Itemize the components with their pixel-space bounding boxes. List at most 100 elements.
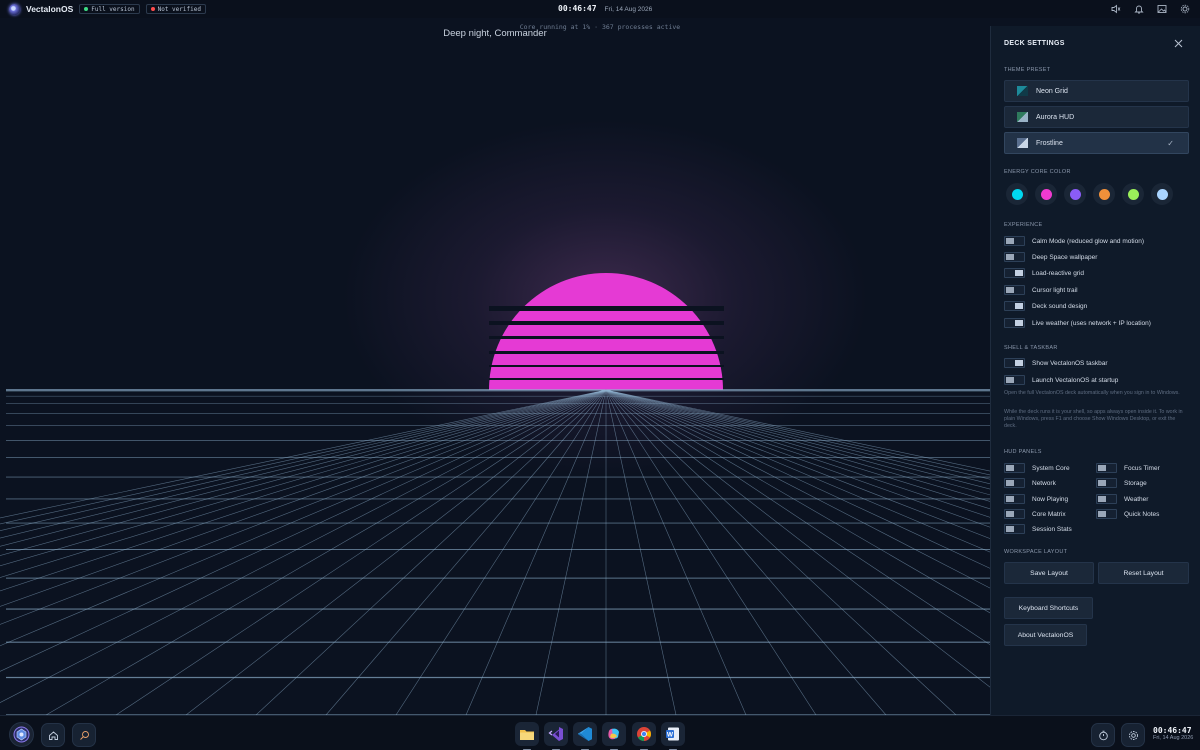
app-title: VectalonOS [26, 4, 74, 14]
grid-line-vertical [0, 389, 607, 578]
vscode-icon[interactable] [573, 722, 597, 750]
grid-line-vertical [465, 389, 607, 715]
image-icon[interactable] [1156, 3, 1167, 14]
toggle-switch[interactable] [1004, 358, 1025, 368]
keyboard-shortcuts-button[interactable]: Keyboard Shortcuts [1004, 597, 1093, 619]
toggle-row-now-playing[interactable]: Now Playing [1004, 494, 1068, 504]
close-icon[interactable] [1174, 39, 1183, 51]
theme-aurora-hud[interactable]: Aurora HUD [1004, 106, 1189, 128]
toggle-row-calm-mode[interactable]: Calm Mode (reduced glow and motion) [1004, 236, 1144, 246]
timer-icon[interactable] [1091, 723, 1115, 747]
toggle-switch[interactable] [1004, 524, 1025, 534]
toggle-row-taskbar[interactable]: Show VectalonOS taskbar [1004, 358, 1108, 368]
toggle-label: Session Stats [1032, 525, 1072, 533]
bell-icon[interactable] [1133, 3, 1144, 14]
theme-label: Aurora HUD [1036, 113, 1075, 121]
toggle-row-storage[interactable]: Storage [1096, 478, 1147, 488]
visual-studio-icon[interactable] [544, 722, 568, 750]
toggle-switch[interactable] [1004, 463, 1025, 473]
section-workspace: WORKSPACE LAYOUT [1004, 549, 1068, 555]
volume-icon[interactable] [1110, 3, 1121, 14]
color-swatch-orange[interactable] [1093, 183, 1115, 205]
toggle-row-cursor-trail[interactable]: Cursor light trail [1004, 285, 1078, 295]
color-swatch-ice[interactable] [1151, 183, 1173, 205]
shell-description: While the deck runs it is your shell, so… [1004, 409, 1183, 429]
word-icon[interactable]: W [661, 722, 685, 750]
toggle-row-core-matrix[interactable]: Core Matrix [1004, 509, 1066, 519]
toggle-row-system-core[interactable]: System Core [1004, 463, 1070, 473]
gear-icon[interactable] [1121, 723, 1145, 747]
toggle-row-deep-space[interactable]: Deep Space wallpaper [1004, 252, 1097, 262]
synthwave-scene [0, 273, 990, 715]
toggle-label: Deck sound design [1032, 302, 1088, 310]
toggle-row-startup[interactable]: Launch VectalonOS at startup [1004, 375, 1118, 385]
toggle-switch[interactable] [1096, 463, 1117, 473]
toggle-label: Cursor light trail [1032, 286, 1078, 294]
sun-stripe [489, 365, 724, 367]
clock-date: Fri, 14 Aug 2026 [604, 6, 653, 13]
grid-line-vertical [605, 389, 990, 472]
toggle-switch[interactable] [1004, 252, 1025, 262]
grid-line-vertical [0, 389, 607, 519]
toggle-row-sound[interactable]: Deck sound design [1004, 301, 1087, 311]
toggle-switch[interactable] [1004, 494, 1025, 504]
toggle-switch[interactable] [1004, 236, 1025, 246]
grid-line-vertical [115, 389, 607, 715]
not-verified-badge[interactable]: Not verified [145, 4, 206, 14]
startup-description: Open the full VectalonOS deck automatica… [1004, 390, 1180, 396]
toggle-switch[interactable] [1004, 509, 1025, 519]
toggle-label: Launch VectalonOS at startup [1032, 376, 1119, 384]
grid-line-vertical [535, 389, 607, 715]
vectalon-logo-icon[interactable] [9, 3, 20, 15]
panel-title: DECK SETTINGS [1004, 40, 1065, 47]
red-dot-icon [150, 7, 155, 11]
toggle-label: Storage [1124, 479, 1147, 487]
toggle-switch[interactable] [1096, 478, 1117, 488]
toggle-switch[interactable] [1004, 375, 1025, 385]
save-layout-button[interactable]: Save Layout [1004, 562, 1094, 584]
color-swatch-magenta[interactable] [1035, 183, 1057, 205]
toggle-switch[interactable] [1004, 301, 1025, 311]
reset-layout-button[interactable]: Reset Layout [1098, 562, 1189, 584]
grid-line-vertical [0, 389, 607, 592]
color-swatch-lime[interactable] [1122, 183, 1144, 205]
toggle-row-load-reactive[interactable]: Load-reactive grid [1004, 268, 1084, 278]
theme-frostline[interactable]: Frostline ✓ [1004, 132, 1189, 154]
theme-swatch-icon [1017, 138, 1028, 148]
toggle-switch[interactable] [1004, 268, 1025, 278]
grid-line-vertical [0, 389, 607, 625]
toggle-switch[interactable] [1004, 285, 1025, 295]
top-clock: 00:46:47 Fri, 14 Aug 2026 [558, 4, 652, 13]
grid-line-vertical [605, 389, 990, 553]
toggle-row-session-stats[interactable]: Session Stats [1004, 524, 1072, 534]
grid-line-vertical [0, 389, 607, 525]
home-icon[interactable] [41, 723, 65, 747]
toggle-row-network[interactable]: Network [1004, 478, 1056, 488]
toggle-switch[interactable] [1096, 494, 1117, 504]
sun-stripe [489, 306, 724, 311]
toggle-row-weather-hud[interactable]: Weather [1096, 494, 1148, 504]
search-icon[interactable] [72, 723, 96, 747]
color-swatch-cyan[interactable] [1006, 183, 1028, 205]
taskbar: W 00:46:47 Fri, 14 Aug 2026 [0, 715, 1200, 750]
toggle-switch[interactable] [1004, 478, 1025, 488]
section-experience: EXPERIENCE [1004, 222, 1043, 228]
about-button[interactable]: About VectalonOS [1004, 624, 1087, 646]
theme-neon-grid[interactable]: Neon Grid [1004, 80, 1189, 102]
grid-line-vertical [605, 389, 957, 715]
folder-icon[interactable] [515, 722, 539, 750]
toggle-label: Weather [1124, 495, 1149, 503]
toggle-row-focus-timer[interactable]: Focus Timer [1096, 463, 1160, 473]
color-swatch-violet[interactable] [1064, 183, 1086, 205]
toggle-row-weather[interactable]: Live weather (uses network + IP location… [1004, 318, 1151, 328]
toggle-switch[interactable] [1096, 509, 1117, 519]
grid-line-vertical [0, 389, 607, 547]
start-orb-icon[interactable] [9, 722, 34, 747]
settings-icon[interactable] [1179, 3, 1190, 14]
toggle-row-quick-notes[interactable]: Quick Notes [1096, 509, 1159, 519]
copilot-icon[interactable] [602, 722, 626, 750]
chrome-icon[interactable] [632, 722, 656, 750]
toggle-switch[interactable] [1004, 318, 1025, 328]
grid-line-vertical [0, 389, 607, 703]
toggle-label: System Core [1032, 464, 1070, 472]
